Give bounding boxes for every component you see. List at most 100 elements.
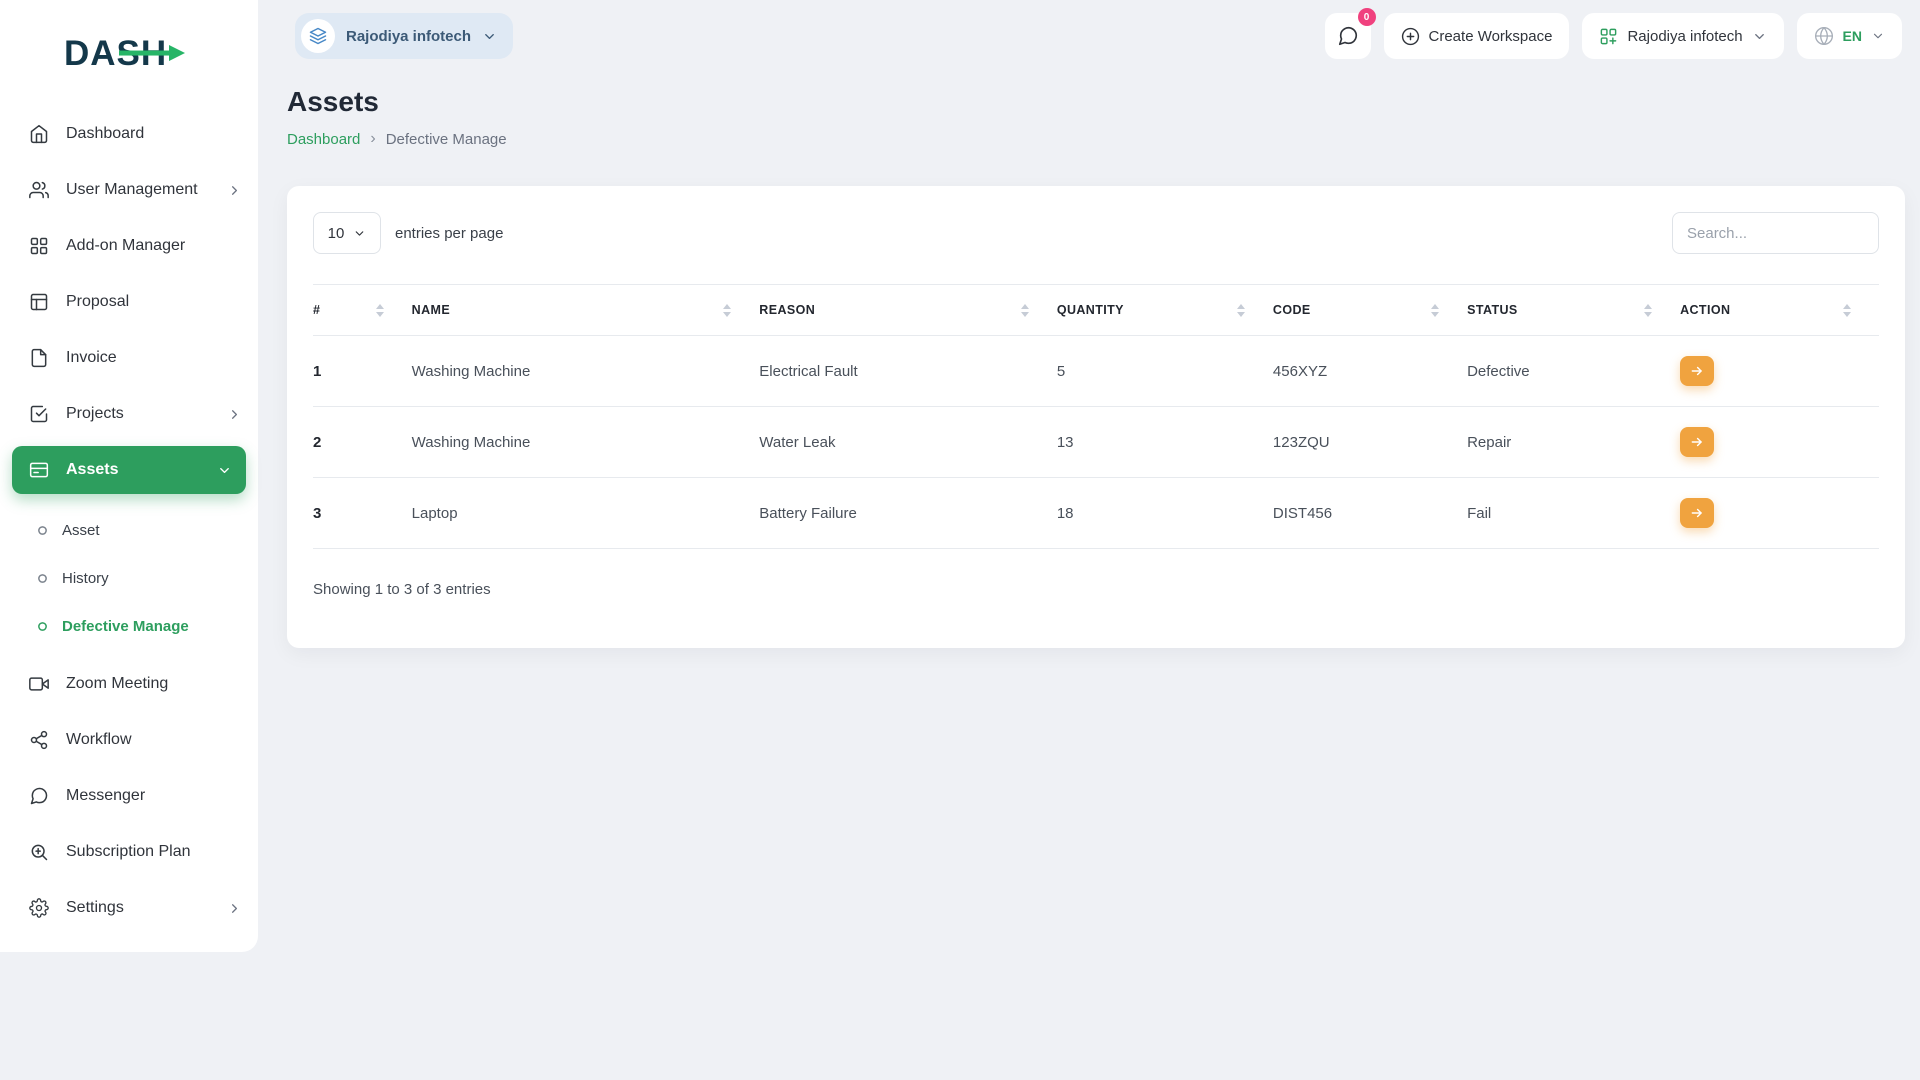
sort-icon[interactable] bbox=[1644, 303, 1653, 317]
asset-card-icon bbox=[28, 459, 50, 481]
sidebar-item-workflow[interactable]: Workflow bbox=[0, 712, 258, 768]
sidebar-item-label: Invoice bbox=[66, 349, 117, 366]
defective-manage-card: 10 entries per page # NAME REASON bbox=[287, 186, 1905, 648]
column-header[interactable]: # bbox=[313, 284, 412, 336]
sidebar-item-assets[interactable]: Assets bbox=[12, 446, 246, 494]
cell-action bbox=[1680, 335, 1879, 407]
sidebar-item-zoom-meeting[interactable]: Zoom Meeting bbox=[0, 656, 258, 712]
cell-action bbox=[1680, 477, 1879, 549]
cell-code: 456XYZ bbox=[1272, 335, 1468, 407]
cell-name: Washing Machine bbox=[411, 335, 760, 407]
sort-icon[interactable] bbox=[723, 303, 732, 317]
assets-submenu: Asset History Defective Manage bbox=[0, 498, 258, 656]
column-header[interactable]: ACTION bbox=[1680, 284, 1879, 336]
chevron-right-icon bbox=[227, 901, 242, 916]
entries-per-page-label: entries per page bbox=[395, 224, 504, 242]
sidebar-item-label: Add-on Manager bbox=[66, 237, 186, 254]
column-header-label: # bbox=[313, 303, 321, 317]
sidebar-item-dashboard[interactable]: Dashboard bbox=[0, 106, 258, 162]
cell-status: Repair bbox=[1467, 406, 1681, 478]
cell-status: Defective bbox=[1467, 335, 1681, 407]
grid-icon bbox=[28, 235, 50, 257]
submenu-item-label: History bbox=[62, 569, 109, 587]
column-header-label: REASON bbox=[759, 303, 816, 317]
share-network-icon bbox=[28, 729, 50, 751]
sidebar-item-proposal[interactable]: Proposal bbox=[0, 274, 258, 330]
main-content: Assets Dashboard › Defective Manage 10 e… bbox=[287, 0, 1905, 648]
sidebar-item-user-management[interactable]: User Management bbox=[0, 162, 258, 218]
table-controls: 10 entries per page bbox=[313, 212, 1879, 254]
sort-icon[interactable] bbox=[1020, 303, 1029, 317]
entries-per-page-select[interactable]: 10 bbox=[313, 212, 381, 254]
row-action-button[interactable] bbox=[1680, 356, 1715, 386]
page-title: Assets bbox=[287, 86, 379, 117]
breadcrumb-current: Defective Manage bbox=[385, 130, 507, 148]
cell-reason: Water Leak bbox=[759, 406, 1057, 478]
entries-per-page-value: 10 bbox=[327, 224, 345, 242]
sidebar-item-subscription-plan[interactable]: Subscription Plan bbox=[0, 824, 258, 880]
circle-dot-icon bbox=[36, 572, 48, 584]
gear-icon bbox=[28, 897, 50, 919]
sidebar-item-messenger[interactable]: Messenger bbox=[0, 768, 258, 824]
sort-icon[interactable] bbox=[1431, 303, 1440, 317]
sidebar-item-label: Zoom Meeting bbox=[66, 675, 169, 692]
chevron-down-icon bbox=[355, 230, 364, 236]
column-header-label: STATUS bbox=[1467, 303, 1518, 317]
sidebar-item-label: Messenger bbox=[66, 787, 146, 804]
submenu-item-defective-manage[interactable]: Defective Manage bbox=[0, 602, 258, 650]
sidebar-item-label: Dashboard bbox=[66, 125, 145, 142]
table-row: 3 Laptop Battery Failure 18 DIST456 Fail bbox=[313, 477, 1879, 549]
circle-dot-icon bbox=[36, 620, 48, 632]
column-header[interactable]: CODE bbox=[1272, 284, 1468, 336]
submenu-item-label: Defective Manage bbox=[62, 617, 189, 635]
home-icon bbox=[28, 123, 50, 145]
chevron-right-icon: › bbox=[370, 130, 376, 147]
sidebar-item-label: Projects bbox=[66, 405, 124, 422]
entries-summary: Showing 1 to 3 of 3 entries bbox=[313, 581, 491, 598]
sort-icon[interactable] bbox=[375, 303, 384, 317]
submenu-item-history[interactable]: History bbox=[0, 554, 258, 602]
layout-icon bbox=[28, 291, 50, 313]
chevron-down-icon bbox=[217, 463, 232, 478]
submenu-item-asset[interactable]: Asset bbox=[0, 506, 258, 554]
sidebar-item-invoice[interactable]: Invoice bbox=[0, 330, 258, 386]
sort-icon[interactable] bbox=[1843, 303, 1851, 317]
column-header[interactable]: QUANTITY bbox=[1056, 284, 1273, 336]
sidebar-item-label: Assets bbox=[66, 461, 119, 478]
breadcrumb: Dashboard › Defective Manage bbox=[287, 130, 1905, 148]
defective-assets-table: # NAME REASON QUANTITY CODE STATUS ACTIO… bbox=[313, 284, 1879, 549]
sidebar-item-label: Workflow bbox=[66, 731, 132, 748]
column-header[interactable]: REASON bbox=[759, 284, 1057, 336]
column-header[interactable]: NAME bbox=[411, 284, 760, 336]
app-logo[interactable]: DASH bbox=[64, 32, 186, 76]
column-header-label: CODE bbox=[1272, 303, 1311, 317]
row-action-button[interactable] bbox=[1680, 498, 1715, 528]
sidebar-item-label: Settings bbox=[66, 899, 124, 916]
column-header-label: QUANTITY bbox=[1056, 303, 1124, 317]
chat-bubble-icon bbox=[28, 785, 50, 807]
cell-quantity: 18 bbox=[1056, 477, 1273, 549]
column-header[interactable]: STATUS bbox=[1467, 284, 1681, 336]
sidebar-item-label: User Management bbox=[66, 181, 198, 198]
sidebar-item-label: Subscription Plan bbox=[66, 843, 191, 860]
chevron-right-icon bbox=[227, 407, 242, 422]
cell-code: DIST456 bbox=[1272, 477, 1468, 549]
cell-index: 3 bbox=[313, 477, 412, 549]
arrow-right-icon bbox=[1691, 508, 1702, 518]
table-row: 2 Washing Machine Water Leak 13 123ZQU R… bbox=[313, 406, 1879, 478]
search-input[interactable] bbox=[1672, 212, 1879, 254]
submenu-item-label: Asset bbox=[62, 521, 100, 539]
sidebar-item-addon-manager[interactable]: Add-on Manager bbox=[0, 218, 258, 274]
search-plan-icon bbox=[28, 841, 50, 863]
chevron-right-icon bbox=[227, 183, 242, 198]
sidebar: DASH Dashboard User Management Add-on Ma… bbox=[0, 0, 258, 952]
arrow-right-icon bbox=[1691, 366, 1702, 376]
breadcrumb-dashboard-link[interactable]: Dashboard bbox=[287, 131, 360, 148]
video-icon bbox=[28, 673, 50, 695]
sidebar-item-settings[interactable]: Settings bbox=[0, 880, 258, 936]
row-action-button[interactable] bbox=[1680, 427, 1715, 457]
sidebar-item-projects[interactable]: Projects bbox=[0, 386, 258, 442]
sort-icon[interactable] bbox=[1236, 303, 1245, 317]
circle-dot-icon bbox=[36, 524, 48, 536]
column-header-label: ACTION bbox=[1680, 303, 1731, 317]
